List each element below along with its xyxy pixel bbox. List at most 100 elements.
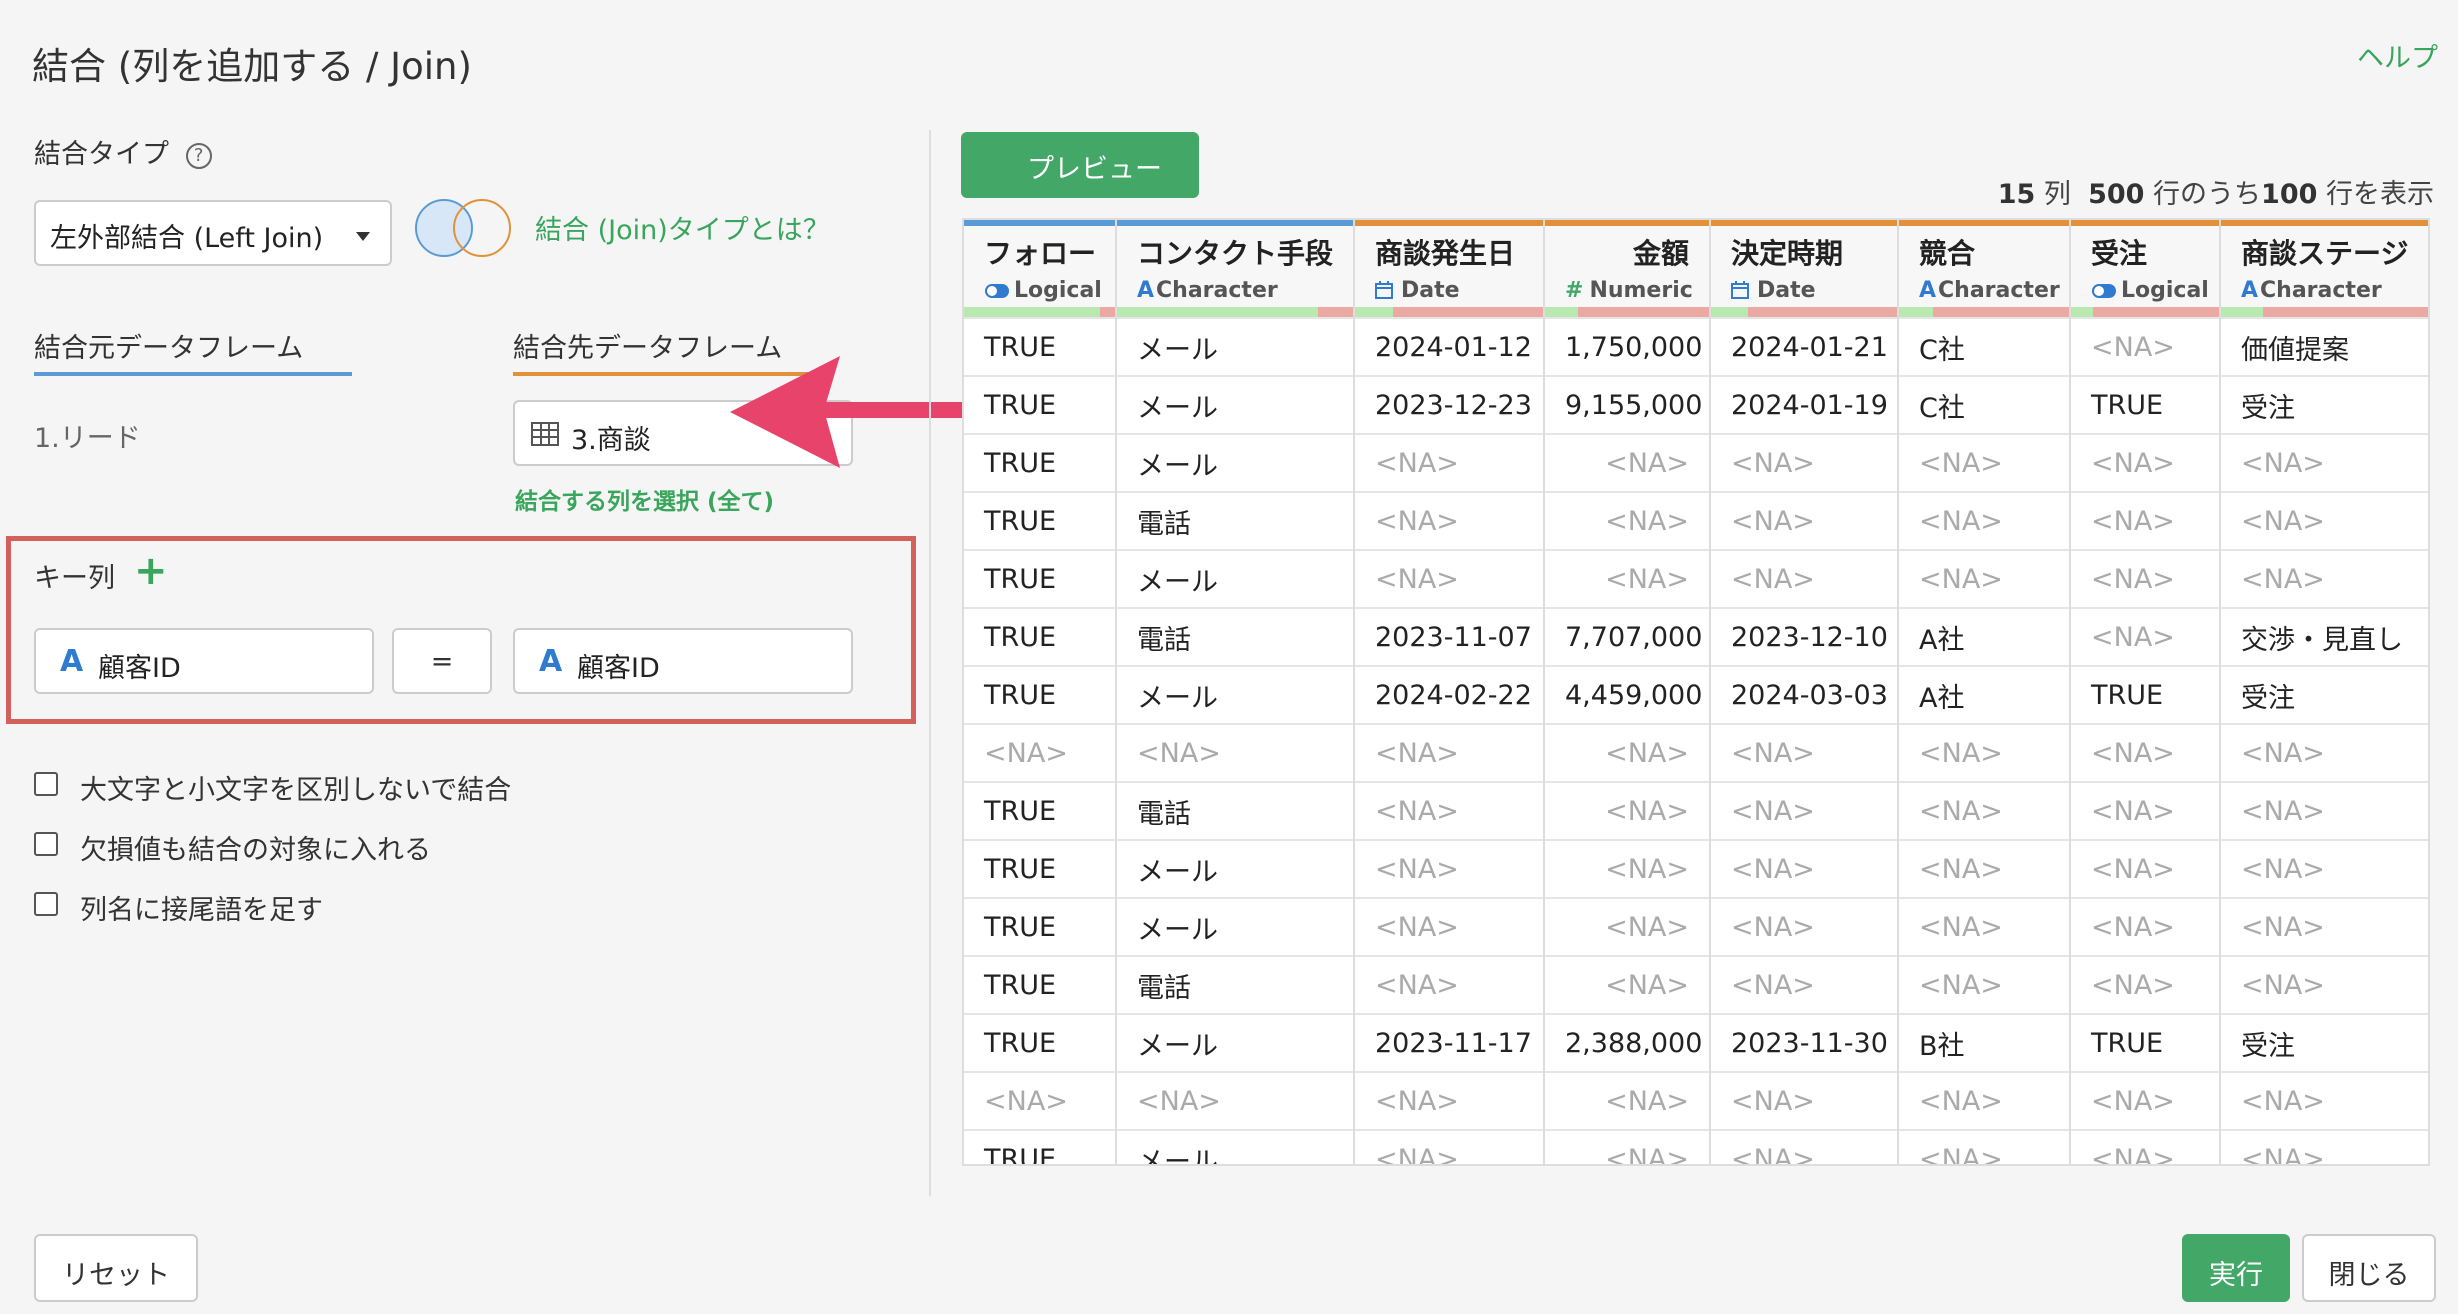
- column-header[interactable]: 競合 ACharacter: [1898, 220, 2071, 318]
- column-type: ACharacter: [1117, 272, 1353, 303]
- table-cell: 2023-11-07: [1354, 607, 1545, 666]
- character-type-icon: A: [1919, 278, 1937, 303]
- table-cell: <NA>: [1898, 897, 2071, 956]
- calendar-icon: [1731, 278, 1757, 303]
- column-header[interactable]: 商談ステージ ACharacter: [2220, 220, 2428, 318]
- table-cell: 電話: [1116, 607, 1355, 666]
- preview-button-label: プレビュー: [1027, 154, 1162, 185]
- table-cell: <NA>: [1354, 955, 1545, 1014]
- table-cell: 受注: [2220, 1013, 2428, 1072]
- table-cell: <NA>: [2220, 549, 2428, 608]
- table-cell: <NA>: [1544, 549, 1711, 608]
- character-type-icon: A: [2241, 278, 2259, 303]
- table-cell: <NA>: [1354, 839, 1545, 898]
- option-checkbox-suffix[interactable]: [34, 892, 58, 916]
- quality-valid-segment: [1545, 307, 1578, 317]
- column-source-bar: [1899, 220, 2069, 226]
- table-cell: <NA>: [1116, 1071, 1355, 1130]
- table-cell: 2023-11-30: [1710, 1013, 1899, 1072]
- run-button[interactable]: 実行: [2182, 1234, 2290, 1302]
- preview-button[interactable]: プレビュー: [961, 132, 1199, 198]
- table-cell: <NA>: [2070, 781, 2221, 840]
- table-row: TRUE メール 2024-02-22 4,459,000 2024-03-03 A社 TR…: [964, 665, 2428, 724]
- table-cell: <NA>: [1354, 723, 1545, 782]
- table-cell: <NA>: [1710, 1129, 1899, 1164]
- column-quality-bar: [2071, 307, 2219, 317]
- table-row: TRUE メール 2023-12-23 9,155,000 2024-01-19 C社 TR…: [964, 375, 2428, 434]
- table-cell: 2023-12-10: [1710, 607, 1899, 666]
- table-cell: <NA>: [1710, 955, 1899, 1014]
- table-cell: <NA>: [964, 1071, 1117, 1130]
- column-type: ACharacter: [2221, 272, 2428, 303]
- table-cell: C社: [1898, 375, 2071, 434]
- table-cell: <NA>: [1544, 433, 1711, 492]
- left-key-select[interactable]: A 顧客ID: [34, 628, 374, 694]
- column-quality-bar: [2221, 307, 2428, 317]
- column-header[interactable]: 決定時期 Date: [1710, 220, 1899, 318]
- column-type-label: Logical: [2121, 278, 2209, 303]
- column-quality-bar: [964, 307, 1115, 317]
- column-header[interactable]: 金額 # Numeric: [1544, 220, 1711, 318]
- select-columns-link[interactable]: 結合する列を選択 (全て): [515, 482, 774, 516]
- table-cell: <NA>: [1898, 1129, 2071, 1164]
- table-cell: TRUE: [964, 549, 1117, 608]
- column-header[interactable]: コンタクト手段 ACharacter: [1116, 220, 1355, 318]
- right-key-select[interactable]: A 顧客ID: [513, 628, 853, 694]
- column-quality-bar: [1711, 307, 1897, 317]
- option-label: 列名に接尾語を足す: [80, 895, 323, 926]
- option-checkbox-case-insensitive[interactable]: [34, 772, 58, 796]
- close-button[interactable]: 閉じる: [2302, 1234, 2436, 1302]
- table-cell: メール: [1116, 897, 1355, 956]
- column-type-label: Character: [2260, 278, 2382, 303]
- help-icon[interactable]: ?: [185, 142, 212, 169]
- column-name: 商談発生日: [1375, 237, 1516, 270]
- quality-missing-segment: [1317, 307, 1353, 317]
- table-cell: <NA>: [1354, 549, 1545, 608]
- add-key-button[interactable]: +: [134, 548, 168, 594]
- table-cell: TRUE: [964, 375, 1117, 434]
- table-cell: TRUE: [964, 665, 1117, 724]
- column-source-bar: [2071, 220, 2219, 226]
- table-cell: TRUE: [964, 607, 1117, 666]
- table-cell: メール: [1116, 317, 1355, 376]
- column-header[interactable]: 商談発生日 Date: [1354, 220, 1545, 318]
- table-cell: 2023-11-17: [1354, 1013, 1545, 1072]
- table-cell: <NA>: [1710, 839, 1899, 898]
- column-header[interactable]: 受注 Logical: [2070, 220, 2221, 318]
- table-cell: <NA>: [2070, 607, 2221, 666]
- table-cell: 2024-02-22: [1354, 665, 1545, 724]
- preview-table-container[interactable]: フォロー Logical コンタクト手段 ACharacter 商談発生日 Date 金額 #…: [962, 218, 2430, 1166]
- column-header[interactable]: フォロー Logical: [964, 220, 1117, 318]
- help-link[interactable]: ヘルプ: [2357, 36, 2438, 75]
- table-cell: <NA>: [964, 723, 1117, 782]
- table-cell: TRUE: [964, 955, 1117, 1014]
- option-label: 大文字と小文字を区別しないで結合: [80, 775, 512, 806]
- column-name: 決定時期: [1731, 237, 1844, 270]
- join-type-info-link[interactable]: 結合 (Join)タイプとは？: [535, 208, 830, 247]
- column-type: Logical: [964, 272, 1115, 303]
- table-cell: <NA>: [1710, 549, 1899, 608]
- table-cell: <NA>: [2070, 549, 2221, 608]
- table-cell: <NA>: [2070, 897, 2221, 956]
- preview-table: フォロー Logical コンタクト手段 ACharacter 商談発生日 Date 金額 #…: [964, 220, 2428, 1164]
- table-cell: 1,750,000: [1544, 317, 1711, 376]
- column-type: # Numeric: [1545, 272, 1709, 303]
- option-checkbox-include-na[interactable]: [34, 832, 58, 856]
- column-name: 金額: [1632, 237, 1689, 270]
- option-label: 欠損値も結合の対象に入れる: [80, 835, 431, 866]
- table-row: TRUE メール 2023-11-17 2,388,000 2023-11-30 B社 TR…: [964, 1013, 2428, 1072]
- table-cell: TRUE: [2070, 665, 2221, 724]
- table-cell: <NA>: [1354, 1071, 1545, 1130]
- table-cell: TRUE: [2070, 1013, 2221, 1072]
- table-cell: <NA>: [2220, 433, 2428, 492]
- source-df-tab[interactable]: 結合元データフレーム: [34, 326, 303, 365]
- reset-button[interactable]: リセット: [34, 1234, 198, 1302]
- table-cell: B社: [1898, 1013, 2071, 1072]
- table-cell: メール: [1116, 1129, 1355, 1164]
- table-cell: 2024-01-21: [1710, 317, 1899, 376]
- join-type-select[interactable]: 左外部結合 (Left Join): [34, 200, 392, 266]
- table-cell: <NA>: [1544, 723, 1711, 782]
- target-df-name: 3.商談: [571, 425, 651, 456]
- table-cell: <NA>: [1898, 839, 2071, 898]
- table-cell: <NA>: [1116, 723, 1355, 782]
